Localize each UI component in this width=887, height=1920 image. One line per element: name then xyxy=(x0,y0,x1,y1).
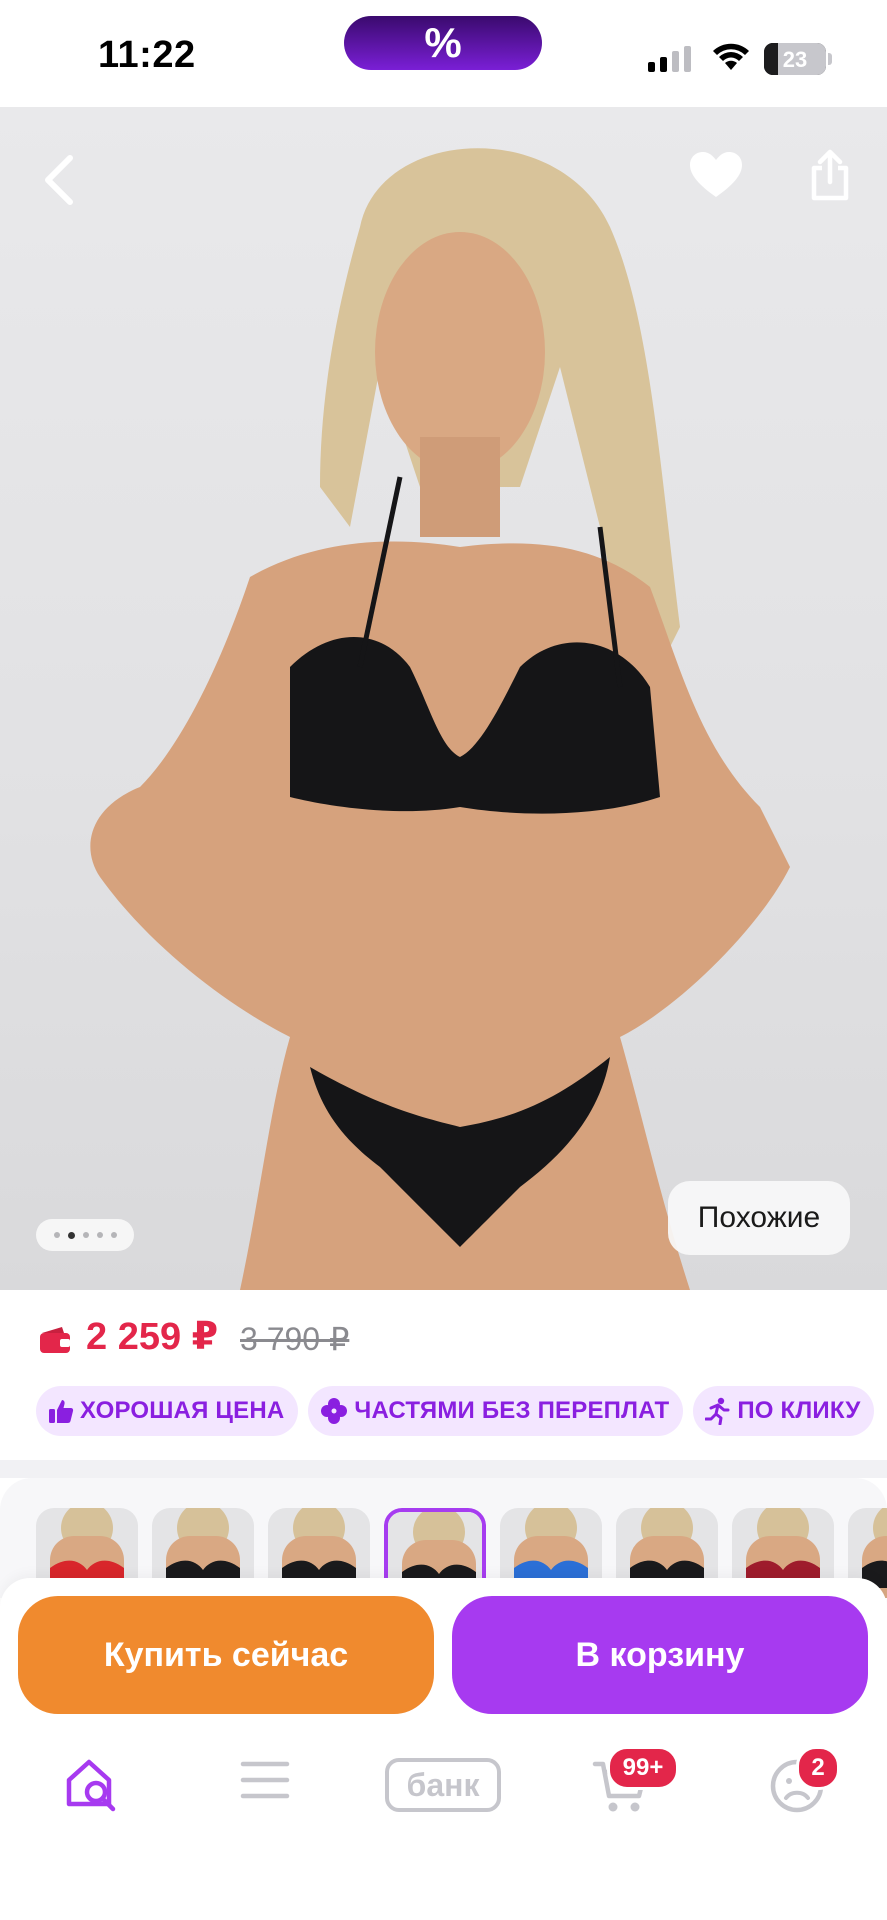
add-to-cart-button[interactable]: В корзину xyxy=(452,1596,868,1714)
product-photo xyxy=(90,148,791,1290)
price-card: 2 259 ₽ 3 790 ₽ ХОРОШАЯ ЦЕНА ЧАСТЯМИ БЕЗ… xyxy=(0,1290,887,1460)
current-price: 2 259 ₽ xyxy=(86,1316,219,1358)
nav-bank[interactable]: банк xyxy=(380,1758,506,1868)
battery-cap xyxy=(828,53,832,65)
bank-label: банк xyxy=(406,1766,480,1803)
cellular-signal-icon xyxy=(648,46,691,72)
share-icon xyxy=(811,149,849,201)
bottom-navigation: банк 99+ 2 xyxy=(0,1718,887,1920)
percent-label: % xyxy=(424,19,462,66)
running-icon xyxy=(705,1397,730,1425)
add-to-cart-label: В корзину xyxy=(575,1635,745,1674)
gallery-dot xyxy=(110,1232,117,1238)
heart-icon xyxy=(690,152,742,197)
back-button[interactable] xyxy=(28,145,88,215)
nav-catalog[interactable] xyxy=(210,1758,320,1868)
menu-icon xyxy=(240,1761,290,1799)
promo-chips: ХОРОШАЯ ЦЕНА ЧАСТЯМИ БЕЗ ПЕРЕПЛАТ ПО КЛИ… xyxy=(36,1386,875,1436)
thumbs-up-icon xyxy=(49,1400,74,1423)
similar-label: Похожие xyxy=(697,1201,821,1234)
status-bar: 11:22 % 23 xyxy=(0,0,887,107)
nav-cart[interactable]: 99+ xyxy=(565,1746,679,1868)
old-price: 3 790 ₽ xyxy=(240,1321,350,1357)
clover-icon xyxy=(321,1398,348,1424)
chip-one-click[interactable]: ПО КЛИКУ xyxy=(693,1386,875,1436)
profile-notification-badge: 2 xyxy=(796,1746,840,1790)
chevron-left-icon xyxy=(45,155,73,205)
gallery-dot xyxy=(53,1232,60,1238)
wifi-icon xyxy=(713,43,749,70)
home-search-icon xyxy=(66,1759,116,1812)
nav-profile[interactable]: 2 xyxy=(742,1746,852,1868)
wallet-icon xyxy=(40,1327,70,1353)
similar-button[interactable]: Похожие xyxy=(668,1181,850,1255)
buy-now-label: Купить сейчас xyxy=(103,1635,349,1674)
nav-home[interactable] xyxy=(36,1758,146,1868)
gallery-dot xyxy=(67,1231,75,1239)
promo-pill[interactable]: % xyxy=(344,16,542,70)
battery-icon: 23 xyxy=(764,43,826,75)
product-image-gallery[interactable]: Похожие xyxy=(0,107,887,1290)
bank-icon: банк xyxy=(385,1758,501,1812)
favorite-button[interactable] xyxy=(684,143,748,207)
chip-good-price[interactable]: ХОРОШАЯ ЦЕНА xyxy=(36,1386,299,1436)
share-button[interactable] xyxy=(800,143,860,207)
gallery-dot xyxy=(82,1232,89,1238)
chip-label: ХОРОШАЯ ЦЕНА xyxy=(80,1397,285,1424)
buy-now-button[interactable]: Купить сейчас xyxy=(18,1596,434,1714)
action-bar: Купить сейчас В корзину xyxy=(0,1578,887,1718)
battery-level: 23 xyxy=(782,47,808,72)
chip-label: ПО КЛИКУ xyxy=(737,1397,861,1424)
gallery-dot xyxy=(96,1232,103,1238)
cart-count-badge: 99+ xyxy=(607,1746,679,1790)
section-divider xyxy=(0,1460,887,1478)
gallery-pagination xyxy=(36,1219,134,1251)
status-time: 11:22 xyxy=(98,34,196,76)
chip-installments[interactable]: ЧАСТЯМИ БЕЗ ПЕРЕПЛАТ xyxy=(308,1386,684,1436)
chip-label: ЧАСТЯМИ БЕЗ ПЕРЕПЛАТ xyxy=(354,1397,670,1424)
